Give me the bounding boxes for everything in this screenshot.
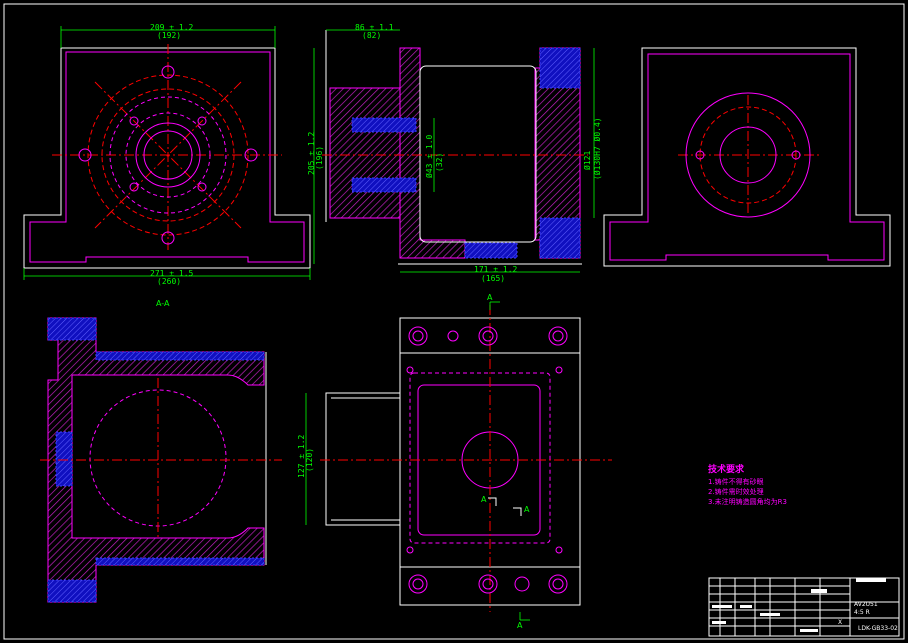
section-blue-top-band <box>95 351 265 361</box>
side-blue-band-upper <box>351 117 417 133</box>
cut-mark-top-label: A <box>487 293 493 302</box>
side-dia-dim: Ø121 <box>582 151 592 170</box>
front-width-ref: (192) <box>157 31 181 40</box>
side-bore-dim: Ø43 ± 1.0 <box>424 134 434 178</box>
section-blue-bottom-band <box>95 557 265 566</box>
cut-mark-right-label: A <box>524 505 530 514</box>
cad-drawing-canvas: 209 ± 1.2 (192) 271 ± 1.5 (260) 86 ± 1.1… <box>0 0 908 643</box>
note-item-1: 1.铸件不得有砂眼 <box>708 477 764 486</box>
side-blue-corner-tr <box>539 47 581 89</box>
side-blue-band-lower <box>351 177 417 193</box>
tb-scale: 4:5 R <box>854 609 870 616</box>
tb-mark: X <box>838 619 842 626</box>
side-blue-bottom-band <box>464 242 518 259</box>
notes-title: 技术要求 <box>708 463 745 475</box>
plan-height-ref: (120) <box>305 448 314 472</box>
section-label: A-A <box>156 299 170 308</box>
section-blue-bottom <box>47 579 97 603</box>
side-bore-ref: (32) <box>435 153 444 172</box>
side-blue-corner-br <box>539 217 581 259</box>
tb-fill-b <box>811 589 827 593</box>
tb-fill-f <box>712 621 726 624</box>
cut-mark-bottom-label: A <box>517 621 523 630</box>
side-bottom-ref: (165) <box>481 274 505 283</box>
side-dia-ref: (Ø130H7 Ø0.4) <box>592 117 602 180</box>
side-hatch-boss <box>329 87 401 219</box>
tb-material: AV2U51 <box>854 601 878 608</box>
tb-fill-g <box>800 629 818 632</box>
tb-drawing-number: LDK-GB33-02 <box>858 625 898 632</box>
cut-mark-left-label: A <box>481 495 487 504</box>
tb-fill-e <box>760 613 780 616</box>
side-bottom-dim: 171 ± 1.2 <box>474 265 518 274</box>
tb-fill-a <box>856 578 886 582</box>
tb-fill-d <box>740 605 752 608</box>
section-blue-top <box>47 317 97 341</box>
side-top-ref: (82) <box>362 31 381 40</box>
tb-fill-c <box>712 605 732 608</box>
side-height-ref: (196) <box>315 146 324 170</box>
note-item-2: 2.铸件需时效处理 <box>708 487 764 496</box>
section-blue-mid <box>55 431 73 487</box>
front-base-ref: (260) <box>157 277 181 286</box>
note-item-3: 3.未注明铸造圆角均为R3 <box>708 497 787 506</box>
